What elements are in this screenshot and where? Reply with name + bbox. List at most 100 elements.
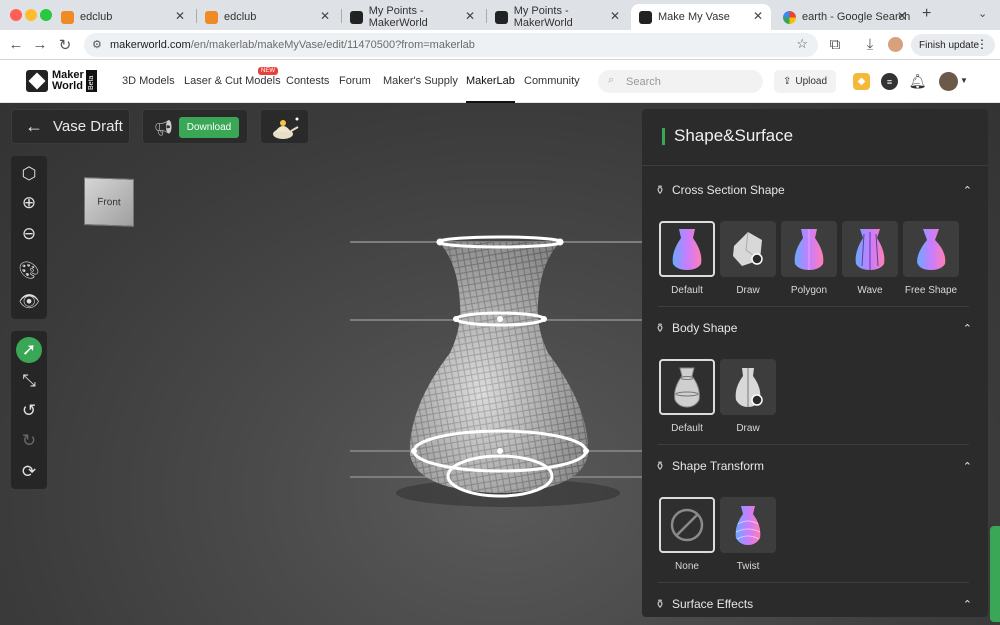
maximize-window-button[interactable] (40, 9, 52, 21)
collapse-chevron-icon[interactable]: ⌃ (963, 460, 972, 473)
browser-toolbar: ← → ↻ ⚙ makerworld.com/en/makerlab/makeM… (0, 30, 1000, 60)
zoom-in-icon[interactable]: ⊕ (16, 190, 42, 216)
download-icon[interactable]: ⤓ (861, 36, 879, 53)
shape-surface-panel: Shape&Surface ⚱︎ Cross Section Shape ⌃ D… (642, 109, 988, 617)
view-tools: ⬡ ⊕ ⊖ 🎨︎ 👁︎ (11, 156, 47, 319)
vase-outline-icon: ⚱︎ (654, 321, 666, 335)
transform-twist-option[interactable]: Twist (720, 497, 776, 572)
close-tab-icon[interactable]: ✕ (175, 9, 185, 23)
forward-arrow-icon[interactable]: → (31, 36, 49, 53)
nav-contests[interactable]: Contests (286, 75, 329, 87)
free-shape-vase-icon (917, 229, 946, 270)
color-palette-icon[interactable]: 🎨︎ (16, 258, 42, 284)
search-icon: ⌕ (608, 74, 615, 86)
orientation-cube[interactable]: Front (84, 177, 134, 227)
browser-tab[interactable]: My Points - MakerWorld ✕ (342, 4, 483, 30)
transform-vase-icon: ⚱︎ (654, 459, 666, 473)
close-window-button[interactable] (10, 9, 22, 21)
site-settings-icon[interactable]: ⚙ (92, 38, 102, 51)
upload-icon: ⇪ (782, 76, 792, 87)
collapse-chevron-icon[interactable]: ⌃ (963, 598, 972, 611)
scale-icon[interactable]: ⤡ (16, 368, 42, 394)
user-avatar[interactable] (939, 72, 958, 91)
logo-mark-icon (26, 70, 48, 92)
bookmark-star-icon[interactable]: ☆ (796, 36, 808, 52)
shape-transform-header[interactable]: ⚱︎ Shape Transform (654, 459, 764, 473)
makerworld-icon (639, 10, 652, 24)
profile-avatar[interactable] (888, 37, 903, 52)
upload-button[interactable]: ⇪ Upload (774, 70, 836, 93)
nav-laser-cut-models[interactable]: Laser & Cut Models (184, 75, 281, 87)
body-shape-draw-option[interactable]: Draw (720, 359, 776, 434)
makerworld-icon (350, 10, 363, 24)
announcement-icon[interactable]: 📢︎ (154, 119, 173, 137)
download-button[interactable]: Download (179, 117, 239, 138)
tab-search-chevron-icon[interactable]: ⌄ (978, 7, 987, 20)
new-badge: NEW (258, 67, 278, 75)
close-tab-icon[interactable]: ✕ (465, 9, 475, 23)
edclub-icon (61, 10, 74, 24)
none-slash-icon (670, 508, 704, 542)
browser-tab[interactable]: edclub ✕ (197, 4, 338, 30)
nav-3d-models[interactable]: 3D Models (122, 75, 175, 87)
redo-icon[interactable]: ↻ (16, 428, 42, 454)
address-bar[interactable]: ⚙ makerworld.com/en/makerlab/makeMyVase/… (84, 33, 818, 57)
avatar-chevron-down-icon[interactable]: ▼ (960, 76, 968, 85)
surface-vase-icon: ⚱︎ (654, 597, 666, 611)
new-tab-button[interactable]: + (922, 5, 931, 23)
body-shape-header[interactable]: ⚱︎ Body Shape (654, 321, 737, 335)
view-cube-icon[interactable]: ⬡ (16, 161, 42, 187)
cross-section-draw-option[interactable]: Draw (720, 221, 776, 296)
close-tab-icon[interactable]: ✕ (753, 9, 763, 23)
cross-section-wave-option[interactable]: Wave (842, 221, 898, 296)
more-menu-icon[interactable]: ⋮ (976, 37, 988, 51)
visibility-eye-icon[interactable]: 👁︎ (16, 289, 42, 315)
reset-view-icon[interactable]: ⟳ (16, 459, 42, 485)
transform-none-option[interactable]: None (659, 497, 715, 572)
magic-lamp-button[interactable] (260, 109, 309, 144)
close-tab-icon[interactable]: ✕ (320, 9, 330, 23)
search-input[interactable]: ⌕ Search (598, 70, 763, 93)
browser-tab-bar: edclub ✕ edclub ✕ My Points - MakerWorld… (0, 0, 1000, 30)
notification-bell-icon[interactable]: 🔔︎ (909, 73, 927, 90)
points-cube-icon[interactable]: ◆ (853, 73, 870, 90)
vase-3d-model[interactable] (380, 223, 640, 513)
close-tab-icon[interactable]: ✕ (897, 9, 907, 23)
browser-tab[interactable]: edclub ✕ (53, 4, 193, 30)
cross-section-shape-header[interactable]: ⚱︎ Cross Section Shape (654, 183, 785, 197)
reload-icon[interactable]: ↻ (56, 36, 74, 54)
browser-tab-active[interactable]: Make My Vase ✕ (631, 4, 771, 30)
extensions-puzzle-icon[interactable]: ⧉ (826, 36, 844, 53)
makerworld-icon (495, 10, 508, 24)
browser-tab[interactable]: earth - Google Search ✕ (775, 4, 915, 30)
vase-body-icon (674, 367, 700, 408)
undo-icon[interactable]: ↺ (16, 398, 42, 424)
body-shape-default-option[interactable]: Default (659, 359, 715, 434)
cross-section-free-shape-option[interactable]: Free Shape (903, 221, 959, 296)
browser-tab[interactable]: My Points - MakerWorld ✕ (487, 4, 628, 30)
collapse-chevron-icon[interactable]: ⌃ (963, 322, 972, 335)
surface-effects-header[interactable]: ⚱︎ Surface Effects (654, 597, 753, 611)
back-to-draft-button[interactable]: ← Vase Draft (11, 109, 130, 144)
back-arrow-icon[interactable]: ← (7, 36, 25, 53)
google-icon (783, 10, 796, 24)
nav-community[interactable]: Community (524, 75, 580, 87)
nav-makers-supply[interactable]: Maker's Supply (383, 75, 458, 87)
close-tab-icon[interactable]: ✕ (610, 9, 620, 23)
select-cursor-icon[interactable]: ➚ (16, 337, 42, 363)
draw-body-icon (735, 368, 763, 407)
wave-vase-icon (855, 229, 885, 270)
magic-lamp-icon (273, 117, 299, 139)
feedback-side-tab[interactable] (990, 526, 1000, 622)
collapse-chevron-icon[interactable]: ⌃ (963, 184, 972, 197)
edit-tools: ➚ ⤡ ↺ ↻ ⟳ (11, 331, 47, 489)
cross-section-polygon-option[interactable]: Polygon (781, 221, 837, 296)
nav-forum[interactable]: Forum (339, 75, 371, 87)
zoom-out-icon[interactable]: ⊖ (16, 221, 42, 247)
minimize-window-button[interactable] (25, 9, 37, 21)
messages-icon[interactable]: ≡ (881, 73, 898, 90)
finish-update-button[interactable]: Finish update ⋮ (911, 34, 995, 56)
cross-section-default-option[interactable]: Default (659, 221, 715, 296)
makerworld-logo[interactable]: Maker World Beta (26, 70, 97, 92)
nav-makerlab[interactable]: MakerLab (466, 75, 515, 103)
